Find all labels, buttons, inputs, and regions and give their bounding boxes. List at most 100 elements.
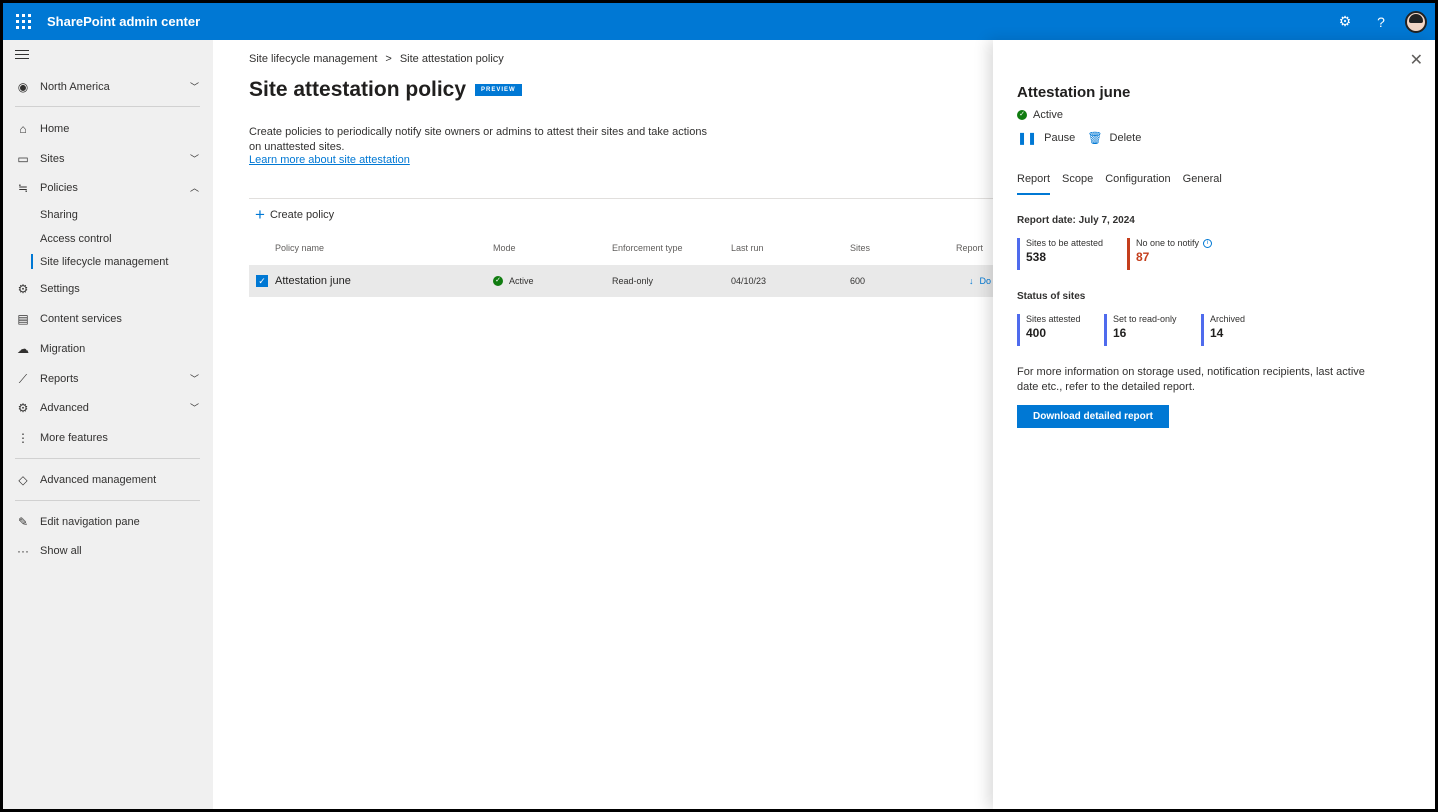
cell-mode: ✓ Active [493, 265, 534, 297]
check-circle-icon: ✓ [493, 276, 503, 286]
cell-report-download[interactable]: ↓ Do [969, 265, 991, 297]
create-policy-button[interactable]: + Create policy [255, 206, 335, 223]
delete-label: Delete [1109, 132, 1142, 144]
nav-item-migration[interactable]: ☁ Migration [3, 335, 213, 363]
delete-button[interactable]: 🗑 Delete [1087, 131, 1141, 145]
ellipsis-icon: ··· [17, 544, 29, 558]
stat-value: 87 [1136, 250, 1150, 264]
region-label: North America [40, 81, 110, 93]
nav-item-reports[interactable]: ⟋ Reports ﹀ [3, 365, 213, 393]
chevron-down-icon: ﹀ [189, 374, 199, 384]
top-bar: SharePoint admin center ⚙ ? [3, 3, 1435, 40]
nav-item-label: Settings [40, 283, 80, 295]
nav-item-home[interactable]: ⌂ Home [3, 115, 213, 143]
stat-label: Sites attested [1026, 314, 1081, 324]
column-header-policy-name[interactable]: Policy name [275, 243, 324, 253]
panel-actions: ❚❚ Pause 🗑 Delete [1017, 131, 1141, 145]
stat-label: Set to read-only [1113, 314, 1177, 324]
mode-label: Active [509, 276, 534, 286]
app-launcher-icon[interactable] [5, 3, 41, 40]
nav-subitem-sharing[interactable]: Sharing [40, 205, 78, 225]
policies-sliders-icon: ≒ [17, 181, 29, 195]
pause-icon: ❚❚ [1017, 131, 1038, 145]
report-date: Report date: July 7, 2024 [1017, 215, 1135, 226]
column-header-mode[interactable]: Mode [493, 243, 516, 253]
table-row[interactable]: ✓ Attestation june ✓ Active Read-only 04… [249, 265, 999, 297]
hamburger-icon[interactable] [15, 50, 29, 62]
nav-item-label: Home [40, 123, 70, 135]
cell-policy-name[interactable]: Attestation june [275, 265, 351, 297]
breadcrumb-link[interactable]: Site lifecycle management [249, 53, 377, 65]
left-navigation: ◉ North America ﹀ ⌂ Home ▭ Sites ﹀ ≒ Pol… [3, 40, 213, 809]
command-bar-divider [249, 198, 999, 199]
tab-scope[interactable]: Scope [1062, 173, 1093, 195]
page-description: Create policies to periodically notify s… [249, 126, 707, 153]
nav-item-label: Advanced management [40, 474, 157, 486]
learn-more-link[interactable]: Learn more about site attestation [249, 154, 410, 166]
nav-item-edit-navigation[interactable]: ✎ Edit navigation pane [3, 508, 213, 536]
column-header-sites[interactable]: Sites [850, 243, 870, 253]
preview-badge: PREVIEW [475, 84, 522, 96]
nav-item-label: Advanced [40, 402, 89, 414]
avatar[interactable] [1405, 10, 1427, 33]
stat-value: 14 [1210, 326, 1224, 340]
region-selector[interactable]: ◉ North America ﹀ [3, 73, 213, 101]
cloud-migration-icon: ☁ [17, 342, 29, 356]
chevron-down-icon: ﹀ [189, 403, 199, 413]
column-header-report[interactable]: Report [956, 243, 983, 253]
nav-item-more-features[interactable]: ⋮ More features [3, 424, 213, 452]
page-title: Site attestation policy [249, 78, 467, 101]
stat-label: Archived [1210, 314, 1246, 324]
nav-subitem-site-lifecycle[interactable]: Site lifecycle management [30, 252, 168, 272]
nav-item-settings[interactable]: ⚙ Settings [3, 275, 213, 303]
info-icon[interactable]: i [1203, 238, 1213, 248]
column-header-enforcement-type[interactable]: Enforcement type [612, 243, 683, 253]
chevron-down-icon: ﹀ [189, 154, 199, 164]
app-window: SharePoint admin center ⚙ ? ◉ North Amer… [3, 3, 1435, 809]
row-checkbox[interactable]: ✓ [256, 275, 268, 287]
download-detailed-report-button[interactable]: Download detailed report [1017, 405, 1169, 428]
help-icon[interactable]: ? [1363, 3, 1399, 40]
nav-item-advanced[interactable]: ⚙ Advanced ﹀ [3, 394, 213, 422]
tab-report[interactable]: Report [1017, 173, 1051, 195]
tab-configuration[interactable]: Configuration [1105, 173, 1170, 195]
nav-item-label: Policies [40, 182, 78, 194]
reports-chart-icon: ⟋ [18, 371, 28, 386]
tab-general[interactable]: General [1183, 173, 1222, 195]
trash-icon: 🗑 [1087, 131, 1103, 145]
more-info-text: For more information on storage used, no… [1017, 366, 1365, 393]
nav-item-advanced-management[interactable]: ◇ Advanced management [3, 466, 213, 494]
nav-item-label: More features [40, 432, 108, 444]
app-title[interactable]: SharePoint admin center [47, 14, 200, 29]
nav-subitem-access-control[interactable]: Access control [40, 229, 112, 249]
pause-button[interactable]: ❚❚ Pause [1017, 131, 1075, 145]
nav-item-label: Reports [40, 373, 79, 385]
nav-item-label: Edit navigation pane [40, 516, 140, 528]
nav-item-policies[interactable]: ≒ Policies ︿ [3, 174, 213, 202]
nav-item-label: Migration [40, 343, 86, 355]
content-services-icon: ▤ [17, 312, 29, 326]
cell-last-run: 04/10/23 [731, 276, 767, 286]
nav-divider [15, 458, 200, 459]
stat-label: No one to notify [1136, 238, 1200, 248]
create-policy-label: Create policy [269, 209, 335, 221]
home-icon: ⌂ [19, 122, 27, 136]
status-of-sites-heading: Status of sites [1017, 291, 1086, 302]
close-icon[interactable]: ✕ [1410, 50, 1423, 70]
stat-label: Sites to be attested [1026, 238, 1104, 248]
nav-item-sites[interactable]: ▭ Sites ﹀ [3, 145, 213, 173]
sites-icon: ▭ [17, 152, 29, 166]
panel-title: Attestation june [1017, 84, 1131, 101]
status-label: Active [1033, 109, 1063, 121]
stat-set-to-read-only: Set to read-only 16 [1104, 314, 1177, 346]
column-header-last-run[interactable]: Last run [731, 243, 764, 253]
nav-item-label: Content services [40, 313, 122, 325]
more-vertical-icon: ⋮ [17, 431, 29, 445]
stat-archived: Archived 14 [1201, 314, 1245, 346]
nav-item-show-all[interactable]: ··· Show all [3, 537, 213, 565]
settings-gear-icon[interactable]: ⚙ [1327, 3, 1363, 40]
nav-item-content-services[interactable]: ▤ Content services [3, 305, 213, 333]
stat-label-row: No one to notify i [1136, 238, 1213, 248]
panel-tabs: Report Scope Configuration General [1017, 173, 1222, 195]
stat-sites-to-be-attested: Sites to be attested 538 [1017, 238, 1103, 270]
